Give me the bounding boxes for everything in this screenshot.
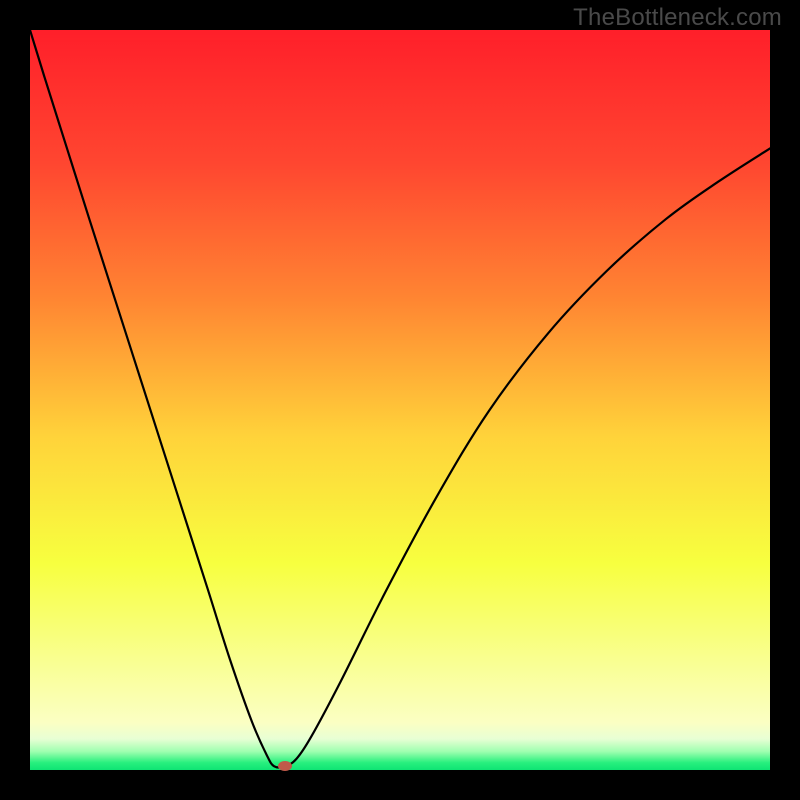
gradient-background	[30, 30, 770, 770]
watermark-text: TheBottleneck.com	[573, 4, 782, 32]
bottleneck-chart	[30, 30, 770, 770]
min-point-marker	[278, 761, 292, 771]
chart-frame: TheBottleneck.com	[0, 0, 800, 800]
